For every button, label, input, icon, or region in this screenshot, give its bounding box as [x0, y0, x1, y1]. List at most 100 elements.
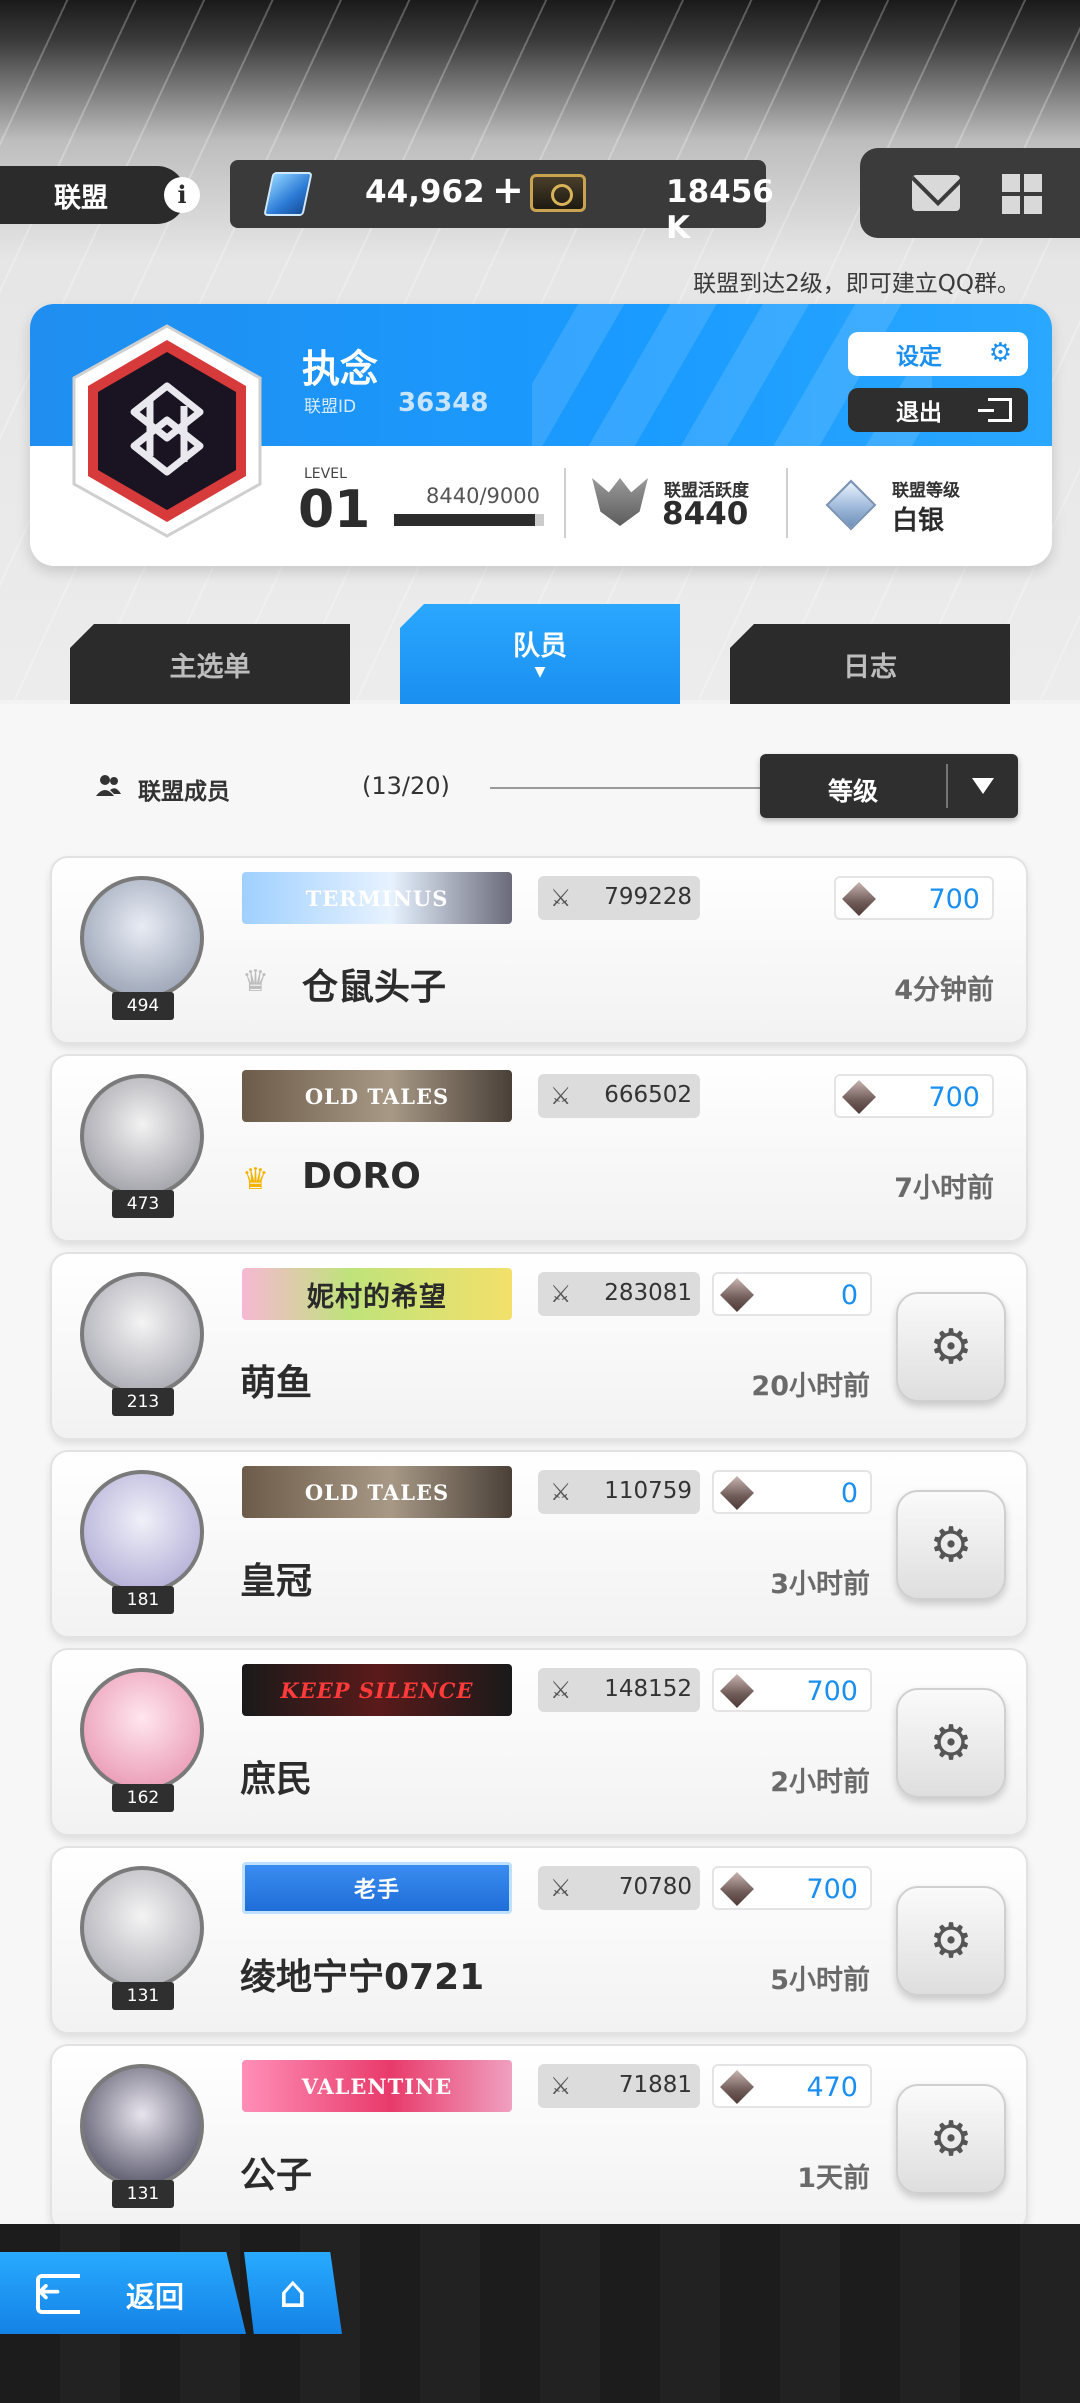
contribution: 700: [834, 1074, 994, 1118]
avatar: [80, 1866, 204, 1990]
crossed-swords-icon: ⚔: [550, 1082, 572, 1110]
gear-icon: ⚙: [988, 338, 1012, 368]
avatar: [80, 1272, 204, 1396]
exp-progress-fill: [394, 514, 535, 526]
gem-icon: [263, 172, 313, 216]
exp-progress-bar: [394, 514, 544, 526]
settings-button[interactable]: 设定 ⚙: [848, 332, 1028, 376]
member-row[interactable]: 162 KEEP SILENCE ⚔ 148152 700 庶民 2小时前 ⚙: [50, 1648, 1028, 1836]
divider: [786, 468, 788, 538]
members-label: 联盟成员: [138, 779, 230, 805]
member-banner: VALENTINE: [242, 2060, 512, 2112]
exit-icon: [978, 398, 1012, 422]
alliance-id-value: 36348: [398, 388, 489, 418]
avatar: [80, 2064, 204, 2188]
combat-power: ⚔ 71881: [538, 2064, 700, 2108]
avatar-level: 131: [112, 1982, 174, 2010]
crossed-swords-icon: ⚔: [550, 1874, 572, 1902]
diamond-icon: [842, 882, 876, 916]
member-row[interactable]: 131 VALENTINE ⚔ 71881 470 公子 1天前 ⚙: [50, 2044, 1028, 2232]
member-banner: OLD TALES: [242, 1466, 512, 1518]
combat-power-value: 283081: [604, 1280, 692, 1306]
contribution: 470: [712, 2064, 872, 2108]
combat-power-value: 148152: [604, 1676, 692, 1702]
last-seen: 4分钟前: [894, 975, 994, 1006]
divider: [564, 468, 566, 538]
contribution-value: 0: [840, 1478, 858, 1509]
menu-grid-icon[interactable]: [1002, 174, 1042, 214]
member-banner: 老手: [242, 1862, 512, 1914]
member-row[interactable]: 494 TERMINUS ⚔ 799228 700 ♛ 仓鼠头子 4分钟前: [50, 856, 1028, 1044]
contribution: 0: [712, 1470, 872, 1514]
member-name: DORO: [302, 1156, 421, 1197]
combat-power: ⚔ 283081: [538, 1272, 700, 1316]
member-banner-label: TERMINUS: [305, 885, 449, 911]
avatar-level: 162: [112, 1784, 174, 1812]
member-banner: OLD TALES: [242, 1070, 512, 1122]
alliance-tab[interactable]: 联盟: [0, 166, 186, 224]
gear-icon: ⚙: [929, 1319, 973, 1375]
diamond-icon: [720, 2070, 754, 2104]
member-row[interactable]: 213 妮村的希望 ⚔ 283081 0 萌鱼 20小时前 ⚙: [50, 1252, 1028, 1440]
crown-icon: ♛: [242, 964, 269, 999]
gear-icon: ⚙: [929, 1517, 973, 1573]
tab-main-menu[interactable]: 主选单: [70, 624, 350, 704]
diamond-icon: [720, 1872, 754, 1906]
tab-log[interactable]: 日志: [730, 624, 1010, 704]
member-banner: 妮村的希望: [242, 1268, 512, 1320]
exit-button[interactable]: 退出: [848, 388, 1028, 432]
activity-icon: [592, 478, 648, 526]
crossed-swords-icon: ⚔: [550, 1676, 572, 1704]
avatar-level: 213: [112, 1388, 174, 1416]
rank-label: 联盟等级: [892, 481, 960, 501]
members-count: (13/20): [362, 772, 450, 800]
exit-button-label: 退出: [896, 400, 942, 426]
member-settings-button[interactable]: ⚙: [896, 1886, 1006, 1996]
crossed-swords-icon: ⚔: [550, 1280, 572, 1308]
diamond-icon: [720, 1278, 754, 1312]
crown-icon: ♛: [242, 1162, 269, 1197]
credit-icon: [530, 174, 586, 212]
alliance-id-label: 联盟ID: [304, 397, 357, 417]
contribution: 700: [712, 1668, 872, 1712]
contribution-value: 0: [840, 1280, 858, 1311]
rank-icon: [825, 479, 877, 531]
members-icon: [96, 775, 121, 796]
sort-dropdown[interactable]: 等级: [760, 754, 1018, 818]
last-seen: 5小时前: [770, 1965, 870, 1996]
combat-power-value: 71881: [618, 2072, 692, 2098]
avatar: [80, 876, 204, 1000]
member-settings-button[interactable]: ⚙: [896, 1688, 1006, 1798]
member-banner-label: OLD TALES: [304, 1083, 450, 1109]
contribution: 700: [834, 876, 994, 920]
member-row[interactable]: 131 老手 ⚔ 70780 700 绫地宁宁0721 5小时前 ⚙: [50, 1846, 1028, 2034]
combat-power: ⚔ 148152: [538, 1668, 700, 1712]
gear-icon: ⚙: [929, 1913, 973, 1969]
back-button[interactable]: 返回: [0, 2252, 246, 2334]
info-icon[interactable]: i: [164, 177, 200, 213]
last-seen: 7小时前: [894, 1173, 994, 1204]
qq-group-hint: 联盟到达2级，即可建立QQ群。: [693, 271, 1020, 297]
member-row[interactable]: 181 OLD TALES ⚔ 110759 0 皇冠 3小时前 ⚙: [50, 1450, 1028, 1638]
mail-icon[interactable]: [912, 175, 960, 211]
member-settings-button[interactable]: ⚙: [896, 1292, 1006, 1402]
contribution-value: 700: [806, 1676, 858, 1707]
member-banner-label: OLD TALES: [304, 1479, 450, 1505]
member-settings-button[interactable]: ⚙: [896, 2084, 1006, 2194]
gear-icon: ⚙: [929, 2111, 973, 2167]
tab-log-label: 日志: [843, 651, 897, 683]
contribution-value: 700: [928, 884, 980, 915]
combat-power: ⚔ 666502: [538, 1074, 700, 1118]
member-name: 皇冠: [240, 1561, 313, 1602]
home-button[interactable]: ⌂: [244, 2252, 342, 2334]
exp-text: 8440/9000: [426, 484, 540, 508]
last-seen: 1天前: [797, 2163, 870, 2194]
member-banner-label: 老手: [353, 1878, 400, 1903]
home-icon: ⌂: [279, 2267, 307, 2318]
add-gems-button[interactable]: +: [492, 168, 524, 212]
tab-members[interactable]: 队员 ▼: [400, 604, 680, 704]
combat-power-value: 110759: [604, 1478, 692, 1504]
member-row[interactable]: 473 OLD TALES ⚔ 666502 700 ♛ DORO 7小时前: [50, 1054, 1028, 1242]
contribution-value: 700: [928, 1082, 980, 1113]
member-settings-button[interactable]: ⚙: [896, 1490, 1006, 1600]
